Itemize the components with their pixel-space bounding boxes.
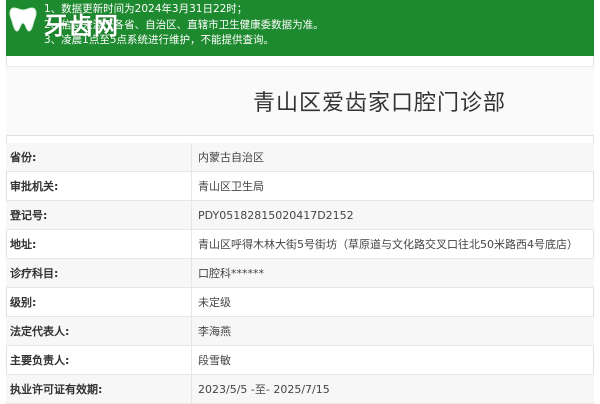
site-logo[interactable]: 牙齿网 [0, 0, 150, 42]
row-value: 2023/5/5 -至- 2025/7/15 [198, 383, 330, 396]
title-band: 青山区爱齿家口腔门诊部 [6, 66, 594, 136]
row-value: 口腔科****** [198, 267, 264, 280]
row-label: 执业许可证有效期: [6, 375, 192, 403]
row-value: 未定级 [198, 296, 231, 309]
table-row: 审批机关: 青山区卫生局 [6, 172, 594, 201]
clinic-info-table: 省份: 内蒙古自治区 审批机关: 青山区卫生局 登记号: PDY05182815… [6, 143, 594, 404]
table-row: 级别: 未定级 [6, 288, 594, 317]
tooth-icon [9, 7, 37, 32]
row-label: 级别: [6, 288, 192, 316]
row-value: PDY05182815020417D2152 [198, 208, 354, 222]
row-value: 青山区卫生局 [198, 180, 264, 193]
table-row: 登记号: PDY05182815020417D2152 [6, 201, 594, 230]
row-label: 法定代表人: [6, 317, 192, 345]
logo-brand-text: 牙齿网 [44, 11, 119, 40]
row-label: 审批机关: [6, 172, 192, 200]
row-value: 内蒙古自治区 [198, 151, 264, 164]
table-row: 地址: 青山区呼得木林大街5号街坊（草原道与文化路交叉口往北50米路西4号底店） [6, 230, 594, 259]
table-row: 省份: 内蒙古自治区 [6, 143, 594, 172]
row-label: 省份: [6, 143, 192, 171]
row-label: 登记号: [6, 201, 192, 229]
row-value: 段雪敏 [198, 354, 231, 367]
table-row: 诊疗科目: 口腔科****** [6, 259, 594, 288]
row-value: 青山区呼得木林大街5号街坊（草原道与文化路交叉口往北50米路西4号底店） [198, 238, 578, 251]
row-label: 诊疗科目: [6, 259, 192, 287]
table-row: 主要负责人: 段雪敏 [6, 346, 594, 375]
table-row: 法定代表人: 李海燕 [6, 317, 594, 346]
row-label: 地址: [6, 230, 192, 258]
row-label: 主要负责人: [6, 346, 192, 374]
clinic-title: 青山区爱齿家口腔门诊部 [252, 91, 506, 116]
row-value: 李海燕 [198, 325, 231, 338]
